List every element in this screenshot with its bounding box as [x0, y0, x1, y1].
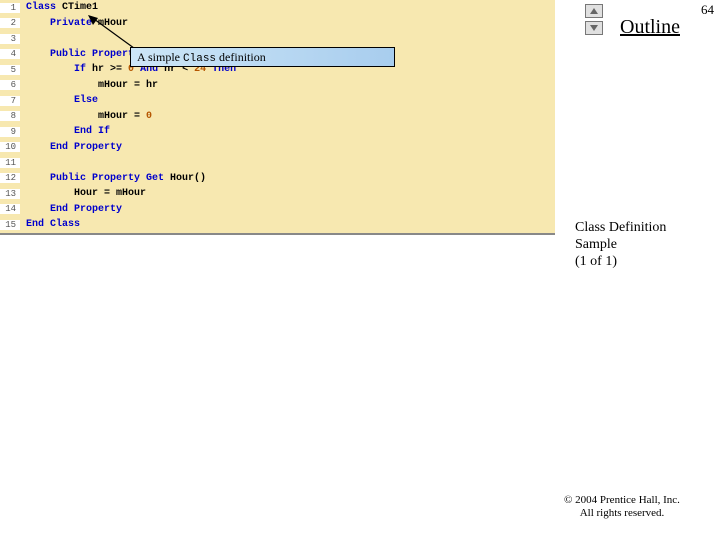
code-line: 9 End If — [0, 124, 555, 140]
line-number: 10 — [0, 142, 20, 152]
line-number: 3 — [0, 34, 20, 44]
nav-area — [585, 4, 605, 38]
line-number: 15 — [0, 220, 20, 230]
nav-down-button[interactable] — [585, 21, 603, 35]
annotation-class: Class — [183, 53, 216, 65]
nav-up-button[interactable] — [585, 4, 603, 18]
line-number: 2 — [0, 18, 20, 28]
code-line: 12 Public Property Get Hour() — [0, 171, 555, 187]
code-line: 13 Hour = mHour — [0, 186, 555, 202]
line-number: 1 — [0, 3, 20, 13]
code-content: Else — [20, 95, 98, 106]
annotation-box: A simple Class definition — [130, 47, 395, 67]
code-line: 1Class CTime1 — [0, 0, 555, 16]
code-line: 3 — [0, 31, 555, 47]
line-number: 7 — [0, 96, 20, 106]
outline-heading: Outline — [620, 16, 680, 39]
chevron-down-icon — [589, 24, 599, 32]
caption-line3: (1 of 1) — [575, 254, 715, 271]
code-content: Hour = mHour — [20, 188, 146, 199]
code-line: 6 mHour = hr — [0, 78, 555, 94]
code-line: 11 — [0, 155, 555, 171]
code-content: Public Property Get Hour() — [20, 173, 206, 184]
code-line: 8 mHour = 0 — [0, 109, 555, 125]
line-number: 6 — [0, 80, 20, 90]
code-content: End Class — [20, 219, 80, 230]
line-number: 13 — [0, 189, 20, 199]
line-number: 12 — [0, 173, 20, 183]
slide-number: 64 — [701, 2, 714, 18]
line-number: 9 — [0, 127, 20, 137]
line-number: 4 — [0, 49, 20, 59]
copyright-notice: © 2004 Prentice Hall, Inc. All rights re… — [542, 494, 702, 520]
code-content: mHour = 0 — [20, 111, 152, 122]
slide-caption: Class Definition Sample (1 of 1) — [575, 220, 715, 270]
caption-line1: Class Definition — [575, 220, 715, 237]
line-number: 5 — [0, 65, 20, 75]
copyright-line2: All rights reserved. — [542, 507, 702, 520]
code-content: Class CTime1 — [20, 2, 98, 13]
code-line: 15End Class — [0, 217, 555, 233]
code-content: End Property — [20, 142, 122, 153]
chevron-up-icon — [589, 7, 599, 15]
code-line: 2 Private mHour — [0, 16, 555, 32]
code-content: End If — [20, 126, 110, 137]
code-line: 10 End Property — [0, 140, 555, 156]
line-number: 14 — [0, 204, 20, 214]
annotation-prefix: A simple — [137, 50, 183, 64]
line-number: 11 — [0, 158, 20, 168]
annotation-suffix: definition — [216, 50, 266, 64]
code-line: 7 Else — [0, 93, 555, 109]
caption-line2: Sample — [575, 237, 715, 254]
code-content: Private mHour — [20, 18, 128, 29]
code-area: 1Class CTime12 Private mHour34 Public Pr… — [0, 0, 555, 235]
line-number: 8 — [0, 111, 20, 121]
code-line: 14 End Property — [0, 202, 555, 218]
code-content: End Property — [20, 204, 122, 215]
code-content: mHour = hr — [20, 80, 158, 91]
copyright-line1: © 2004 Prentice Hall, Inc. — [542, 494, 702, 507]
